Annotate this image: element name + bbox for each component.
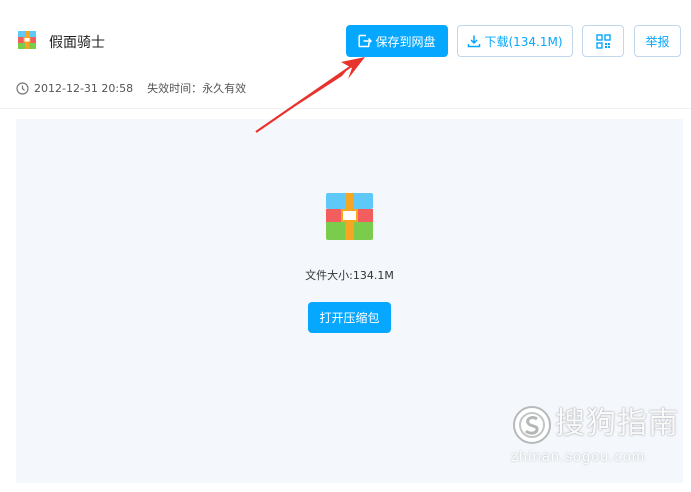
share-page: 假面骑士 保存到网盘 下载(134.1M) 举报 2012-12-31 20:5… bbox=[0, 0, 691, 492]
save-button-label: 保存到网盘 bbox=[375, 34, 436, 49]
download-icon bbox=[467, 34, 481, 48]
download-button[interactable]: 下载(134.1M) bbox=[457, 25, 573, 57]
file-size: 文件大小:134.1M bbox=[305, 269, 394, 282]
large-archive-icon bbox=[326, 193, 373, 240]
watermark-brand: 搜狗指南 bbox=[555, 406, 679, 441]
sogou-logo-icon bbox=[513, 406, 551, 444]
qr-code-button[interactable] bbox=[582, 25, 624, 57]
save-icon bbox=[358, 34, 373, 48]
share-date: 2012-12-31 20:58 bbox=[34, 81, 134, 95]
download-button-label: 下载(134.1M) bbox=[484, 34, 563, 49]
report-button-label: 举报 bbox=[645, 34, 670, 49]
expire-time: 失效时间：永久有效 bbox=[147, 82, 247, 95]
file-name: 假面骑士 bbox=[49, 35, 105, 51]
file-meta: 2012-12-31 20:58 失效时间：永久有效 bbox=[16, 80, 246, 96]
archive-icon bbox=[18, 31, 36, 49]
report-button[interactable]: 举报 bbox=[634, 25, 681, 57]
save-to-netdisk-button[interactable]: 保存到网盘 bbox=[346, 25, 448, 57]
watermark-domain: zhinan.sogou.com bbox=[511, 450, 646, 465]
qr-code-icon bbox=[595, 33, 611, 49]
header-divider bbox=[0, 108, 691, 109]
open-archive-button[interactable]: 打开压缩包 bbox=[308, 302, 391, 333]
clock-icon bbox=[16, 81, 29, 95]
